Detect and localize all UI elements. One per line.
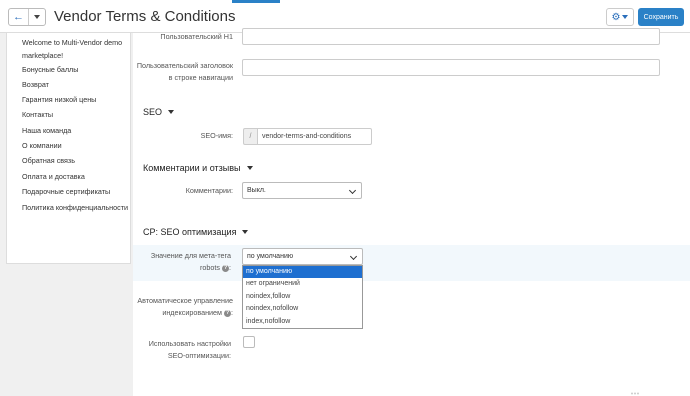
robots-select[interactable]: по умолчанию bbox=[242, 248, 363, 265]
sidebar-item[interactable]: Подарочные сертификаты bbox=[22, 186, 130, 199]
help-icon[interactable]: ? bbox=[222, 264, 229, 272]
back-button[interactable]: ← bbox=[9, 9, 29, 25]
robots-label-text: Значение для мета-тега robots bbox=[150, 251, 231, 272]
sidebar-item[interactable]: Контакты bbox=[22, 109, 130, 122]
page-title: Vendor Terms & Conditions bbox=[54, 8, 236, 25]
comments-section-title: Комментарии и отзывы bbox=[143, 163, 241, 173]
main-form: Пользовательский H1 Пользовательский заг… bbox=[133, 28, 690, 396]
sidebar-item[interactable]: Оплата и доставка bbox=[22, 171, 130, 184]
sidebar-item[interactable]: Бонусные баллы bbox=[22, 64, 130, 77]
dropdown-option[interactable]: noindex,nofollow bbox=[243, 303, 362, 315]
sidebar-item[interactable]: Наша команда bbox=[22, 125, 130, 138]
robots-label: Значение для мета-тега robots ?: bbox=[150, 251, 231, 272]
chevron-down-icon bbox=[34, 15, 40, 19]
dropdown-option[interactable]: по умолчанию bbox=[243, 266, 362, 279]
dropdown-option[interactable]: noindex,follow bbox=[243, 291, 362, 303]
back-dropdown-button[interactable] bbox=[29, 9, 45, 25]
robots-dropdown-list: по умолчанию нет ограничений noindex,fol… bbox=[242, 265, 363, 329]
cp-seo-section-header[interactable]: CP: SEO оптимизация bbox=[143, 227, 249, 237]
caret-down-icon bbox=[246, 166, 253, 170]
seo-name-input[interactable]: vendor-terms-and-conditions bbox=[257, 128, 372, 145]
chevron-down-icon bbox=[622, 15, 629, 19]
auto-index-label: Автоматическое управление индексирование… bbox=[137, 296, 233, 317]
help-icon[interactable]: ? bbox=[224, 309, 231, 317]
sidebar-item[interactable]: Welcome to Multi-Vendor demo marketplace… bbox=[22, 37, 130, 62]
caret-down-icon bbox=[168, 110, 175, 114]
gear-icon: ⚙ bbox=[611, 11, 621, 23]
sidebar-item[interactable]: Политика конфиденциальности bbox=[22, 202, 130, 215]
sidebar-item[interactable]: Возврат bbox=[22, 79, 130, 92]
seo-prefix: / bbox=[243, 128, 257, 145]
active-tab-indicator bbox=[232, 0, 280, 3]
auto-index-label-text: Автоматическое управление индексирование… bbox=[137, 296, 233, 317]
pages-sidebar: Welcome to Multi-Vendor demo marketplace… bbox=[6, 33, 131, 264]
comments-select[interactable]: Выкл. bbox=[242, 182, 362, 199]
comments-section-header[interactable]: Комментарии и отзывы bbox=[143, 163, 253, 173]
settings-button[interactable]: ⚙ bbox=[606, 8, 634, 26]
comments-select-value: Выкл. bbox=[247, 187, 266, 194]
seo-section-title: SEO bbox=[143, 107, 163, 117]
custom-h1-label: Пользовательский H1 bbox=[160, 32, 233, 41]
use-seo-label: Использовать настройки SEO-оптимизации: bbox=[148, 339, 231, 360]
comments-label: Комментарии: bbox=[185, 186, 233, 195]
robots-select-value: по умолчанию bbox=[247, 253, 294, 260]
caret-down-icon bbox=[242, 230, 249, 234]
seo-name-label: SEO-имя: bbox=[200, 131, 233, 140]
sidebar-item[interactable]: О компании bbox=[22, 140, 130, 153]
save-button[interactable]: Сохранить bbox=[638, 8, 684, 26]
chevron-down-icon bbox=[348, 186, 357, 195]
sidebar-item[interactable]: Обратная связь bbox=[22, 155, 130, 168]
dropdown-option[interactable]: нет ограничений bbox=[243, 278, 362, 290]
sidebar-item[interactable]: Гарантия низкой цены bbox=[22, 94, 130, 107]
more-dots-icon bbox=[631, 392, 639, 395]
back-button-group[interactable]: ← bbox=[8, 8, 46, 26]
dropdown-option[interactable]: index,nofollow bbox=[243, 316, 362, 328]
nav-title-input[interactable] bbox=[242, 59, 660, 76]
arrow-left-icon: ← bbox=[13, 11, 24, 23]
seo-section-header[interactable]: SEO bbox=[143, 107, 175, 117]
nav-title-label: Пользовательский заголовок в строке нави… bbox=[136, 61, 233, 82]
use-seo-checkbox[interactable] bbox=[243, 336, 255, 348]
chevron-down-icon bbox=[349, 252, 358, 261]
custom-h1-input[interactable] bbox=[242, 28, 660, 45]
cp-seo-section-title: CP: SEO оптимизация bbox=[143, 227, 237, 237]
